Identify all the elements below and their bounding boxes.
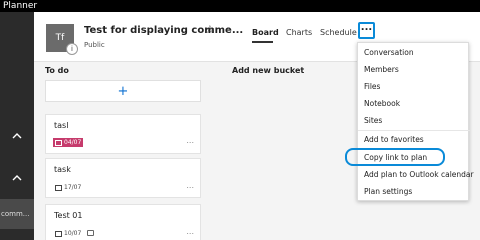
due-date: 04/07 bbox=[64, 139, 82, 146]
plus-icon: + bbox=[117, 83, 129, 99]
due-date-badge: 04/07 bbox=[53, 138, 84, 147]
info-icon[interactable]: i bbox=[66, 43, 78, 55]
calendar-icon bbox=[55, 230, 62, 237]
calendar-icon bbox=[55, 184, 62, 191]
active-tab-indicator bbox=[252, 41, 273, 43]
nav-item-current-plan[interactable]: comm... bbox=[0, 199, 34, 229]
menu-item-add-to-favorites[interactable]: Add to favorites bbox=[364, 135, 424, 144]
menu-item-sites[interactable]: Sites bbox=[364, 116, 382, 125]
bucket-title-todo: To do bbox=[45, 66, 69, 75]
plan-options-menu: Conversation Members Files Notebook Site… bbox=[357, 42, 474, 201]
nav-item-label: comm... bbox=[1, 210, 30, 218]
chevron-up-icon[interactable] bbox=[8, 128, 26, 142]
left-nav: comm... bbox=[0, 12, 34, 240]
task-more-button[interactable]: ... bbox=[186, 181, 194, 190]
highlight-annotation bbox=[345, 148, 445, 166]
app-name: Planner bbox=[3, 1, 38, 11]
more-options-button[interactable]: ... bbox=[358, 22, 375, 39]
app-title-bar: Planner bbox=[0, 0, 480, 12]
tab-charts[interactable]: Charts bbox=[286, 28, 312, 37]
calendar-icon bbox=[55, 139, 62, 146]
due-date-badge: 10/07 bbox=[53, 229, 83, 238]
menu-item-conversation[interactable]: Conversation bbox=[364, 48, 414, 57]
menu-item-plan-settings[interactable]: Plan settings bbox=[364, 187, 412, 196]
menu-item-files[interactable]: Files bbox=[364, 82, 380, 91]
task-title: Test 01 bbox=[54, 211, 83, 220]
task-card[interactable]: task 17/07 ... bbox=[45, 158, 201, 198]
menu-item-add-to-outlook[interactable]: Add plan to Outlook calendar bbox=[364, 170, 474, 179]
chevron-up-icon[interactable] bbox=[8, 170, 26, 184]
add-bucket-button[interactable]: Add new bucket bbox=[232, 66, 304, 75]
due-date: 17/07 bbox=[64, 184, 82, 191]
plan-title: Test for displaying comme... bbox=[84, 25, 244, 36]
tab-schedule[interactable]: Schedule bbox=[320, 28, 357, 37]
plan-visibility: Public bbox=[84, 41, 105, 49]
tab-board[interactable]: Board bbox=[252, 28, 279, 37]
task-more-button[interactable]: ... bbox=[186, 227, 194, 236]
task-more-button[interactable]: ... bbox=[186, 136, 194, 145]
task-card[interactable]: Test 01 10/07 ... bbox=[45, 204, 201, 240]
menu-item-members[interactable]: Members bbox=[364, 65, 399, 74]
task-title: task bbox=[54, 165, 71, 174]
task-card[interactable]: tasl 04/07 ... bbox=[45, 114, 201, 154]
add-task-button[interactable]: + bbox=[45, 80, 201, 102]
task-title: tasl bbox=[54, 121, 69, 130]
comment-icon bbox=[87, 230, 94, 236]
due-date-badge: 17/07 bbox=[53, 183, 83, 192]
menu-divider bbox=[358, 130, 470, 131]
star-icon[interactable]: ☆ bbox=[205, 23, 215, 36]
menu-item-notebook[interactable]: Notebook bbox=[364, 99, 400, 108]
due-date: 10/07 bbox=[64, 230, 82, 237]
